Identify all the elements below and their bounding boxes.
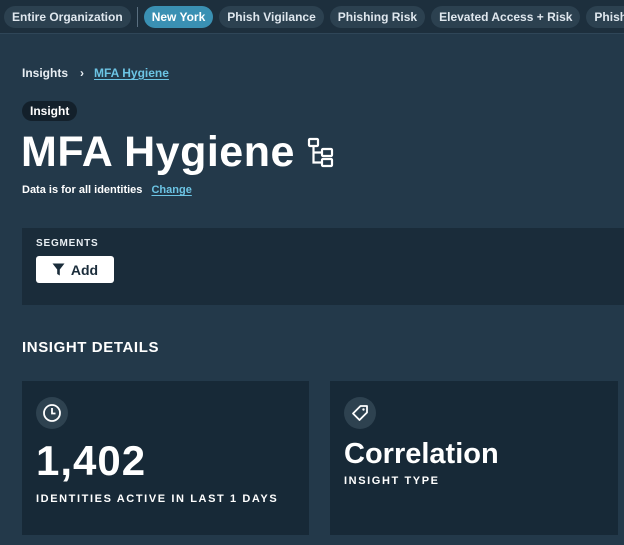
- hierarchy-icon[interactable]: [307, 136, 335, 168]
- segment-pill-entire-organization[interactable]: Entire Organization: [4, 5, 131, 28]
- segments-panel: SEGMENTS Add: [22, 228, 624, 305]
- segment-pill-phish-vigilance[interactable]: Phish Vigilance: [219, 5, 324, 28]
- segment-pill-elevated-access-risk[interactable]: Elevated Access + Risk: [431, 5, 581, 28]
- insight-type-caption: INSIGHT TYPE: [344, 475, 440, 487]
- scope-text: Data is for all identities: [22, 184, 143, 196]
- segment-bar-divider: [136, 6, 138, 27]
- add-segment-button[interactable]: Add: [36, 256, 114, 283]
- insight-badge: Insight: [22, 101, 78, 121]
- breadcrumb-insights-link[interactable]: Insights: [22, 66, 68, 80]
- tag-icon: [344, 397, 376, 429]
- breadcrumb-current[interactable]: MFA Hygiene: [94, 66, 169, 80]
- breadcrumb-separator: ›: [80, 66, 85, 80]
- clock-icon: [36, 397, 68, 429]
- change-scope-link[interactable]: Change: [151, 184, 191, 196]
- identities-active-value: 1,402: [36, 437, 147, 484]
- insight-type-value: Correlation: [344, 438, 499, 470]
- segment-pill-phish-clicked[interactable]: Phish Clicked: [586, 5, 624, 28]
- filter-icon: [52, 263, 65, 276]
- breadcrumb: Insights › MFA Hygiene: [22, 66, 169, 80]
- title-row: MFA Hygiene: [21, 126, 335, 178]
- segment-pill-phishing-risk[interactable]: Phishing Risk: [329, 5, 426, 28]
- identities-active-caption: IDENTITIES ACTIVE IN LAST 1 DAYS: [36, 493, 279, 505]
- page-title: MFA Hygiene: [21, 128, 295, 176]
- scope-line: Data is for all identities Change: [22, 184, 192, 196]
- segment-pill-new-york[interactable]: New York: [143, 5, 214, 28]
- insight-type-card: Correlation INSIGHT TYPE: [330, 381, 618, 535]
- segment-bar: Entire Organization New York Phish Vigil…: [0, 0, 624, 34]
- segments-label: SEGMENTS: [36, 238, 99, 249]
- insight-details-heading: INSIGHT DETAILS: [22, 339, 160, 356]
- add-segment-label: Add: [70, 261, 99, 278]
- identities-active-card: 1,402 IDENTITIES ACTIVE IN LAST 1 DAYS: [22, 381, 309, 535]
